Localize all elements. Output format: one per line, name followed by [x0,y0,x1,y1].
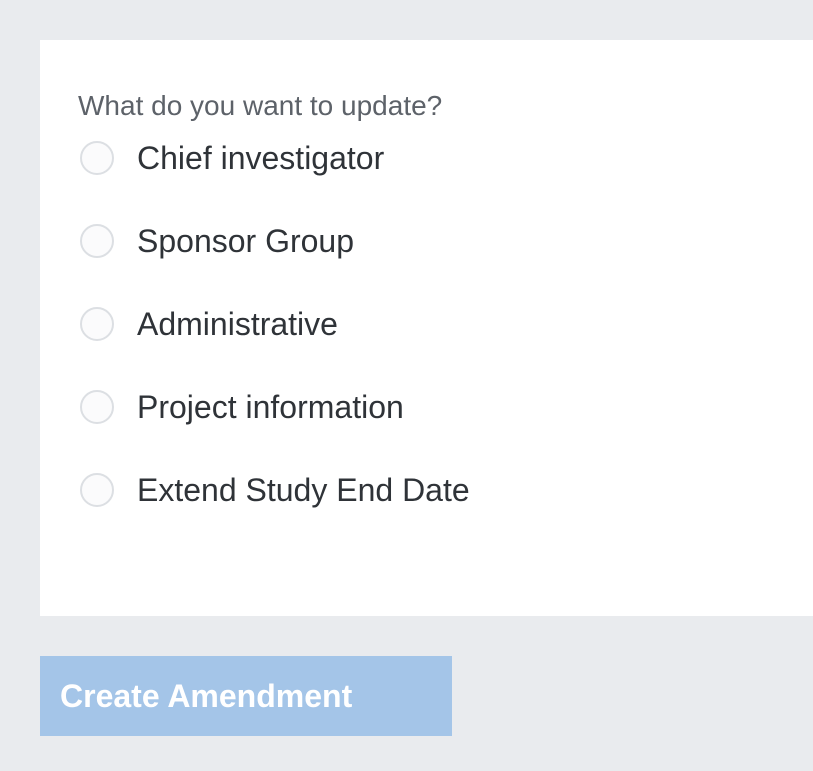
create-amendment-button[interactable]: Create Amendment [40,656,452,736]
option-extend-study-end-date[interactable]: Extend Study End Date [80,468,470,512]
radio-button[interactable] [80,390,114,424]
update-type-radio-group: Chief investigator Sponsor Group Adminis… [80,136,470,551]
option-sponsor-group[interactable]: Sponsor Group [80,219,470,263]
option-label: Sponsor Group [137,223,355,259]
option-administrative[interactable]: Administrative [80,302,470,346]
amendment-form-panel: What do you want to update? Chief invest… [40,40,813,616]
option-label: Administrative [137,306,338,342]
radio-button[interactable] [80,307,114,341]
radio-button[interactable] [80,473,114,507]
option-chief-investigator[interactable]: Chief investigator [80,136,470,180]
radio-button[interactable] [80,224,114,258]
option-project-information[interactable]: Project information [80,385,470,429]
option-label: Chief investigator [137,140,385,176]
radio-button[interactable] [80,141,114,175]
option-label: Project information [137,389,404,425]
option-label: Extend Study End Date [137,472,470,508]
update-question-label: What do you want to update? [78,90,443,121]
